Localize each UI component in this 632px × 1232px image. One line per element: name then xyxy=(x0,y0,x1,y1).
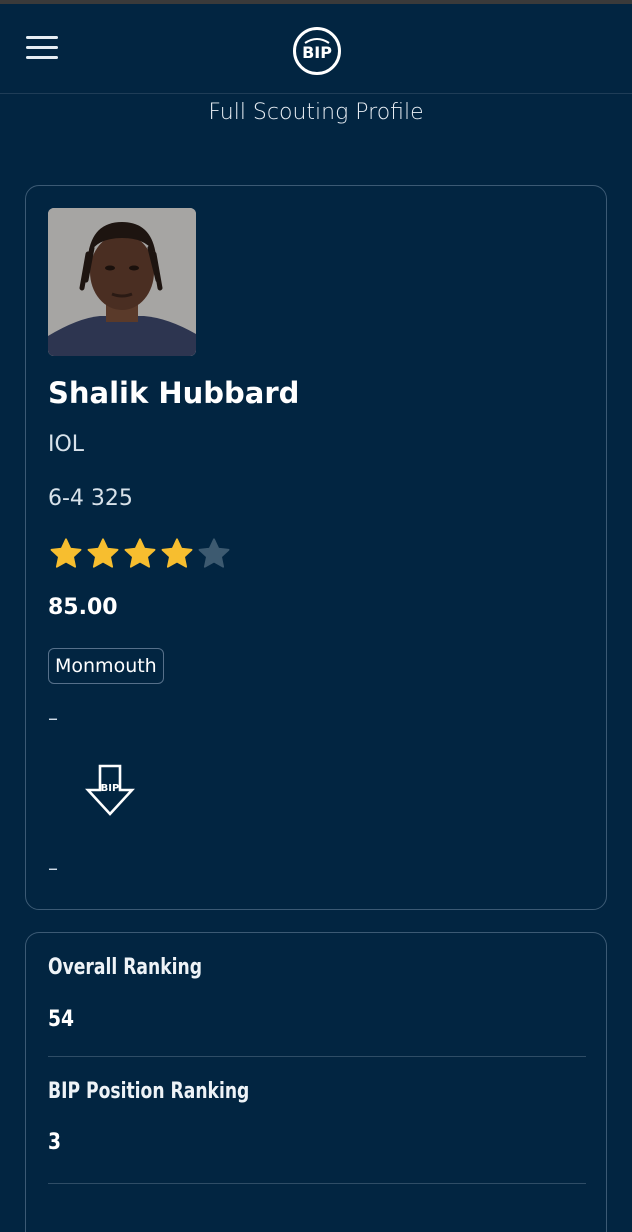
info-line-2: – xyxy=(48,856,58,880)
player-photo xyxy=(48,208,196,356)
player-position: IOL xyxy=(48,432,85,457)
logo-text: BIP xyxy=(302,43,332,62)
player-rating: 85.00 xyxy=(48,595,118,620)
overall-ranking-value: 54 xyxy=(48,1007,75,1032)
star-rating xyxy=(48,536,232,572)
bip-logo-icon[interactable]: BIP xyxy=(292,26,342,76)
bip-badge-text: BIP xyxy=(101,783,120,794)
page-title: Full Scouting Profile xyxy=(208,100,424,125)
top-header: BIP xyxy=(0,4,632,94)
info-line-1: – xyxy=(48,706,58,730)
star-filled-icon xyxy=(50,538,82,568)
position-ranking-label: BIP Position Ranking xyxy=(48,1079,250,1104)
divider xyxy=(48,1183,586,1184)
star-filled-icon xyxy=(87,538,119,568)
star-empty-icon xyxy=(198,538,230,568)
player-card: Shalik Hubbard IOL 6-4 325 85.00 Monmout… xyxy=(25,185,607,910)
divider xyxy=(48,1056,586,1057)
rankings-card: Overall Ranking 54 BIP Position Ranking … xyxy=(25,932,607,1232)
school-badge[interactable]: Monmouth xyxy=(48,648,164,684)
star-filled-icon xyxy=(161,538,193,568)
position-ranking-value: 3 xyxy=(48,1130,62,1155)
overall-ranking-label: Overall Ranking xyxy=(48,955,203,980)
player-height-weight: 6-4 325 xyxy=(48,486,133,511)
player-name: Shalik Hubbard xyxy=(48,376,300,410)
star-filled-icon xyxy=(124,538,156,568)
hamburger-menu-icon[interactable] xyxy=(26,34,60,62)
bip-down-arrow-icon[interactable]: BIP xyxy=(84,764,136,818)
